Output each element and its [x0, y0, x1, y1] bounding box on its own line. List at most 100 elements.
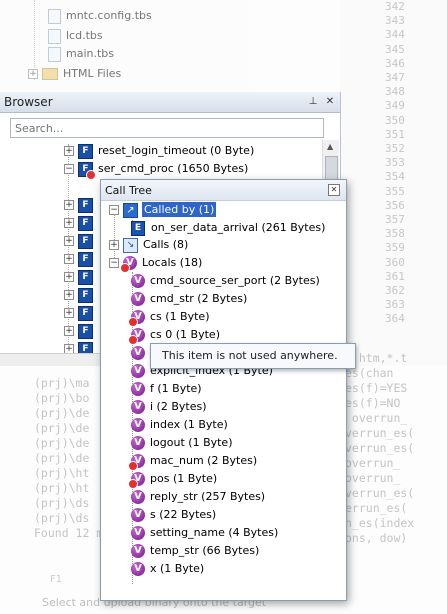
project-file-item[interactable]: lcd.tbs — [48, 27, 103, 45]
search-input[interactable] — [11, 119, 319, 137]
local-variable-item[interactable]: Vlogout (1 Byte) — [131, 434, 233, 452]
browser-item[interactable]: + Freset_login_timeout (0 Byte) — [64, 142, 254, 160]
scroll-up-icon[interactable]: ▲ — [327, 142, 333, 151]
local-variable-item[interactable]: Vsetting_name (4 Bytes) — [131, 524, 278, 542]
browser-item[interactable]: +F — [64, 286, 98, 304]
variable-icon: V — [120, 256, 137, 273]
expand-icon[interactable]: + — [64, 218, 74, 228]
event-icon: E — [131, 220, 145, 236]
local-variable-label: index (1 Byte) — [150, 418, 228, 431]
line-number: 363 — [385, 298, 405, 312]
search-field[interactable] — [10, 118, 324, 138]
project-file-item[interactable]: main.tbs — [48, 45, 114, 63]
output-lines: (prj)\ma (prj)\bo (prj)\de (prj)\de (prj)\de… — [34, 376, 103, 541]
locals-node[interactable]: − V Locals (18) — [109, 254, 202, 273]
expand-icon[interactable]: + — [64, 326, 74, 336]
browser-item[interactable]: +F — [64, 268, 98, 286]
close-icon[interactable]: ✕ — [328, 184, 340, 196]
output-line: (prj)\de — [34, 406, 90, 420]
call-tree-popup: Call Tree ✕ − ↗ Called by (1) Eon_ser_data… — [100, 179, 347, 601]
expand-icon[interactable]: + — [64, 308, 74, 318]
local-variable-item[interactable]: Vs (22 Bytes) — [131, 506, 216, 524]
file-icon — [48, 8, 61, 24]
calls-node[interactable]: + ↘ Calls (8) — [109, 236, 188, 254]
local-variable-label: cs (1 Byte) — [150, 310, 210, 323]
line-number: 347 — [385, 71, 405, 85]
local-variable-item[interactable]: Vcmd_str (2 Bytes) — [131, 290, 247, 308]
browser-item[interactable]: +F — [64, 214, 98, 232]
browser-item[interactable]: − Fser_cmd_proc (1650 Bytes) — [64, 160, 248, 180]
local-variable-item[interactable]: Vx (1 Byte) — [131, 560, 204, 578]
called-by-node[interactable]: − ↗ Called by (1) — [109, 201, 217, 219]
local-variable-label: temp_str (66 Bytes) — [150, 544, 260, 557]
expand-icon[interactable]: + — [64, 254, 74, 264]
line-number: 350 — [385, 113, 405, 127]
local-variable-label: reply_str (257 Bytes) — [150, 490, 266, 503]
collapse-icon[interactable]: − — [109, 205, 119, 215]
local-variable-label: cmd_str (2 Bytes) — [150, 292, 248, 305]
line-number: 364 — [385, 312, 405, 326]
variable-icon: V — [131, 544, 145, 558]
f1-key-label: F1 — [50, 574, 63, 585]
local-variable-item[interactable]: Vtemp_str (66 Bytes) — [131, 542, 259, 560]
expand-icon[interactable]: + — [28, 69, 38, 79]
browser-item[interactable]: +F — [64, 322, 98, 340]
calls-icon: ↘ — [123, 237, 138, 253]
browser-item[interactable]: +F — [64, 250, 98, 268]
local-variable-item[interactable]: Vreply_str (257 Bytes) — [131, 488, 265, 506]
browser-item[interactable]: +F — [64, 304, 98, 322]
file-icon — [48, 28, 61, 44]
call-tree-title: Call Tree — [105, 184, 152, 197]
expand-icon[interactable]: + — [64, 200, 74, 210]
line-number: 362 — [385, 284, 405, 298]
output-line: Found 12 m — [34, 526, 104, 540]
local-variable-item[interactable]: Vcs 0 (1 Byte) — [128, 326, 220, 345]
caller-item[interactable]: Eon_ser_data_arrival (261 Bytes) — [131, 219, 325, 237]
file-icon — [48, 46, 61, 62]
expand-icon[interactable]: + — [64, 272, 74, 282]
function-icon: F — [78, 323, 93, 339]
output-line: overrun_ — [345, 456, 401, 470]
local-variable-label: logout (1 Byte) — [150, 436, 233, 449]
pin-icon[interactable]: ⊥ — [307, 95, 319, 108]
line-number: 358 — [385, 227, 405, 241]
line-number: 357 — [385, 213, 405, 227]
line-number: 352 — [385, 142, 405, 156]
output-line: (prj)\bo — [34, 391, 90, 405]
close-icon[interactable]: ✕ — [324, 95, 336, 108]
variable-icon: V — [128, 328, 145, 345]
collapse-icon[interactable]: − — [109, 258, 119, 268]
expand-icon[interactable]: + — [109, 240, 119, 250]
local-variable-item[interactable]: Vmac_num (2 Bytes) — [128, 452, 257, 471]
line-number: 360 — [385, 255, 405, 269]
variable-icon: V — [128, 454, 145, 471]
line-number: 351 — [385, 127, 405, 141]
local-variable-item[interactable]: Vi (2 Bytes) — [131, 398, 207, 416]
browser-item[interactable]: +F — [64, 232, 98, 250]
error-badge-icon — [86, 169, 96, 180]
browser-item[interactable]: +F — [64, 196, 98, 214]
local-variable-label: i (2 Bytes) — [150, 400, 207, 413]
expand-icon[interactable]: + — [64, 290, 74, 300]
output-line: verrun_es( — [345, 486, 415, 500]
expand-icon[interactable]: + — [64, 236, 74, 246]
variable-icon: V — [131, 292, 145, 306]
function-icon: F — [78, 305, 93, 321]
expand-icon[interactable]: + — [64, 146, 74, 156]
local-variable-item[interactable]: Vf (1 Byte) — [131, 380, 202, 398]
local-variable-item[interactable]: Vindex (1 Byte) — [131, 416, 228, 434]
output-line: verrun_es( — [345, 426, 415, 440]
call-tree-header: Call Tree ✕ — [101, 180, 346, 201]
project-folder-item[interactable]: + HTML Files — [28, 65, 121, 83]
collapse-icon[interactable]: − — [64, 164, 74, 174]
output-lines-right: *.htm,*.t es(chan es(f)=YES es(f)=NO overru… — [345, 351, 414, 546]
output-line: (prj)\ht — [34, 481, 90, 495]
variable-icon: V — [128, 310, 145, 327]
project-file-item[interactable]: mntc.config.tbs — [48, 7, 152, 25]
local-variable-item[interactable]: Vpos (1 Byte) — [128, 470, 218, 489]
local-variable-item[interactable]: Vcs (1 Byte) — [128, 308, 210, 327]
folder-icon — [42, 68, 58, 80]
line-number: 356 — [385, 198, 405, 212]
local-variable-item[interactable]: Vcmd_source_ser_port (2 Bytes) — [131, 272, 320, 290]
local-variable-label: pos (1 Byte) — [150, 472, 218, 485]
